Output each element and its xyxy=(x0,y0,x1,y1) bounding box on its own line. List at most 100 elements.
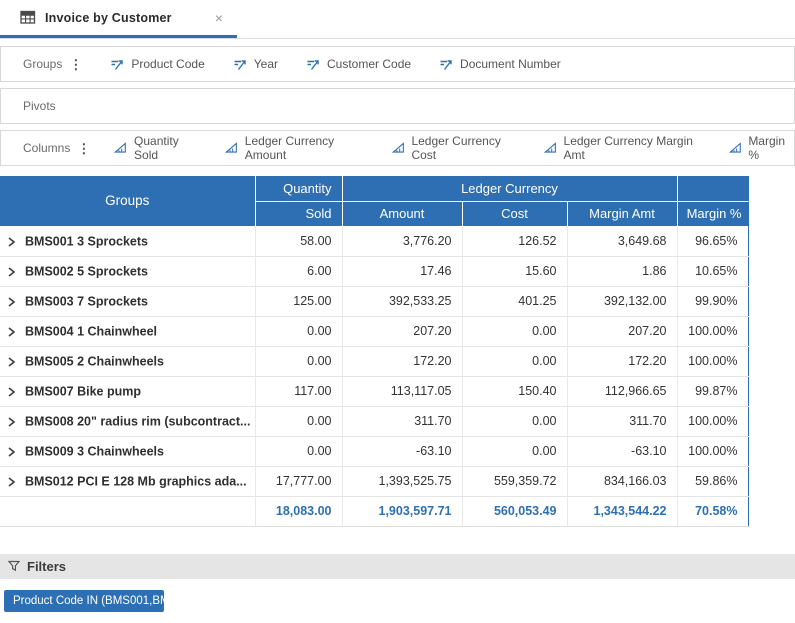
tab-invoice-by-customer[interactable]: Invoice by Customer × xyxy=(0,0,237,38)
table-row[interactable]: BMS001 3 Sprockets 58.00 3,776.20 126.52… xyxy=(0,226,748,256)
expand-chevron-icon[interactable] xyxy=(7,354,25,368)
expand-chevron-icon[interactable] xyxy=(7,444,25,458)
header-margin-pct[interactable]: Margin % xyxy=(677,201,748,226)
expand-chevron-icon[interactable] xyxy=(7,384,25,398)
group-label: BMS004 1 Chainwheel xyxy=(25,324,157,338)
expand-chevron-icon[interactable] xyxy=(7,294,25,308)
group-label: BMS012 PCI E 128 Mb graphics ada... xyxy=(25,474,247,488)
filters-title: Filters xyxy=(27,559,66,574)
table-row[interactable]: BMS005 2 Chainwheels 0.00 172.20 0.00 17… xyxy=(0,346,748,376)
ledger-amount-cell: 392,533.25 xyxy=(342,286,462,316)
table-row[interactable]: BMS002 5 Sprockets 6.00 17.46 15.60 1.86… xyxy=(0,256,748,286)
columns-menu-icon[interactable]: ⋮ xyxy=(77,142,90,155)
group-field-label: Customer Code xyxy=(327,57,411,71)
column-field-icon xyxy=(392,142,405,154)
ledger-margin-amt-cell: 207.20 xyxy=(567,316,677,346)
group-label: BMS005 2 Chainwheels xyxy=(25,354,164,368)
totals-label-cell xyxy=(0,496,255,526)
quantity-sold-cell: 125.00 xyxy=(255,286,342,316)
group-field-icon xyxy=(110,58,124,71)
quantity-sold-cell: 58.00 xyxy=(255,226,342,256)
column-field-chip[interactable]: Ledger Currency Amount xyxy=(225,134,366,162)
table-row[interactable]: BMS012 PCI E 128 Mb graphics ada... 17,7… xyxy=(0,466,748,496)
group-label: BMS007 Bike pump xyxy=(25,384,141,398)
tab-label: Invoice by Customer xyxy=(45,11,172,25)
ledger-margin-amt-cell: 1.86 xyxy=(567,256,677,286)
column-field-label: Ledger Currency Cost xyxy=(411,134,517,162)
table-row[interactable]: BMS008 20" radius rim (subcontract... 0.… xyxy=(0,406,748,436)
expand-chevron-icon[interactable] xyxy=(7,474,25,488)
margin-pct-cell: 59.86% xyxy=(677,466,748,496)
group-label: BMS008 20" radius rim (subcontract... xyxy=(25,414,250,428)
margin-pct-cell: 99.90% xyxy=(677,286,748,316)
ledger-margin-amt-cell: 311.70 xyxy=(567,406,677,436)
filter-chip[interactable]: Product Code IN (BMS001,BM... xyxy=(4,590,164,612)
column-field-chip[interactable]: Ledger Currency Margin Amt xyxy=(544,134,703,162)
header-margin-amt[interactable]: Margin Amt xyxy=(567,201,677,226)
group-field-chip[interactable]: Document Number xyxy=(439,57,561,71)
column-field-chip[interactable]: Ledger Currency Cost xyxy=(392,134,518,162)
margin-pct-cell: 10.65% xyxy=(677,256,748,286)
group-field-chip[interactable]: Year xyxy=(233,57,278,71)
header-sold[interactable]: Sold xyxy=(255,201,342,226)
expand-chevron-icon[interactable] xyxy=(7,324,25,338)
columns-field-list: Quantity Sold Ledger Currency Amount Led… xyxy=(114,134,794,162)
ledger-cost-cell: 0.00 xyxy=(462,346,567,376)
margin-pct-cell: 100.00% xyxy=(677,316,748,346)
group-field-icon xyxy=(306,58,320,71)
column-field-icon xyxy=(729,142,742,154)
header-amount[interactable]: Amount xyxy=(342,201,462,226)
ledger-margin-amt-cell: 392,132.00 xyxy=(567,286,677,316)
filters-section-header[interactable]: Filters xyxy=(0,554,795,579)
group-label-cell[interactable]: BMS002 5 Sprockets xyxy=(0,256,255,286)
margin-pct-cell: 99.87% xyxy=(677,376,748,406)
quantity-sold-cell: 0.00 xyxy=(255,436,342,466)
ledger-margin-amt-cell: 172.20 xyxy=(567,346,677,376)
header-quantity[interactable]: Quantity xyxy=(255,176,342,201)
groups-menu-icon[interactable]: ⋮ xyxy=(69,58,82,71)
groups-bar-label: Groups xyxy=(23,57,62,71)
table-row[interactable]: BMS003 7 Sprockets 125.00 392,533.25 401… xyxy=(0,286,748,316)
ledger-amount-cell: -63.10 xyxy=(342,436,462,466)
expand-chevron-icon[interactable] xyxy=(7,234,25,248)
tab-close-icon[interactable]: × xyxy=(215,11,223,25)
group-label-cell[interactable]: BMS004 1 Chainwheel xyxy=(0,316,255,346)
group-label-cell[interactable]: BMS008 20" radius rim (subcontract... xyxy=(0,406,255,436)
quantity-sold-cell: 6.00 xyxy=(255,256,342,286)
table-row[interactable]: BMS004 1 Chainwheel 0.00 207.20 0.00 207… xyxy=(0,316,748,346)
group-label-cell[interactable]: BMS003 7 Sprockets xyxy=(0,286,255,316)
totals-cost: 560,053.49 xyxy=(462,496,567,526)
pivots-bar-label: Pivots xyxy=(23,99,56,113)
ledger-cost-cell: 15.60 xyxy=(462,256,567,286)
column-field-chip[interactable]: Margin % xyxy=(729,134,794,162)
group-label-cell[interactable]: BMS007 Bike pump xyxy=(0,376,255,406)
expand-chevron-icon[interactable] xyxy=(7,264,25,278)
groups-drop-zone: Groups ⋮ Product Code Year Customer Code xyxy=(0,46,795,82)
group-label: BMS009 3 Chainwheels xyxy=(25,444,164,458)
ledger-margin-amt-cell: -63.10 xyxy=(567,436,677,466)
column-field-chip[interactable]: Quantity Sold xyxy=(114,134,199,162)
header-groups[interactable]: Groups xyxy=(0,176,255,226)
table-row[interactable]: BMS007 Bike pump 117.00 113,117.05 150.4… xyxy=(0,376,748,406)
column-field-label: Margin % xyxy=(748,134,794,162)
group-label-cell[interactable]: BMS005 2 Chainwheels xyxy=(0,346,255,376)
margin-pct-cell: 100.00% xyxy=(677,436,748,466)
header-ledger-currency[interactable]: Ledger Currency xyxy=(342,176,677,201)
ledger-amount-cell: 172.20 xyxy=(342,346,462,376)
ledger-amount-cell: 17.46 xyxy=(342,256,462,286)
header-cost[interactable]: Cost xyxy=(462,201,567,226)
group-label: BMS003 7 Sprockets xyxy=(25,294,148,308)
group-field-icon xyxy=(439,58,453,71)
group-label-cell[interactable]: BMS009 3 Chainwheels xyxy=(0,436,255,466)
margin-pct-cell: 100.00% xyxy=(677,346,748,376)
table-row[interactable]: BMS009 3 Chainwheels 0.00 -63.10 0.00 -6… xyxy=(0,436,748,466)
grid-icon xyxy=(20,10,36,25)
group-label-cell[interactable]: BMS001 3 Sprockets xyxy=(0,226,255,256)
group-label-cell[interactable]: BMS012 PCI E 128 Mb graphics ada... xyxy=(0,466,255,496)
group-field-chip[interactable]: Product Code xyxy=(110,57,204,71)
group-field-chip[interactable]: Customer Code xyxy=(306,57,411,71)
expand-chevron-icon[interactable] xyxy=(7,414,25,428)
column-field-label: Quantity Sold xyxy=(134,134,199,162)
ledger-amount-cell: 311.70 xyxy=(342,406,462,436)
ledger-amount-cell: 3,776.20 xyxy=(342,226,462,256)
